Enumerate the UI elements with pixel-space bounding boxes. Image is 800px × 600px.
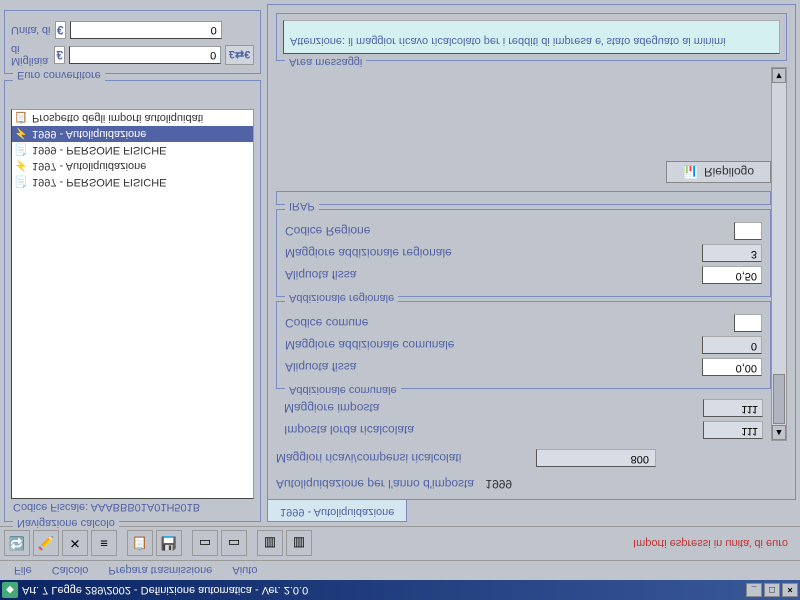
scroll-thumb[interactable] xyxy=(773,374,785,424)
tool-doc2-icon[interactable]: ▭ xyxy=(221,531,247,557)
doc-icon: 📄 xyxy=(14,175,28,189)
table-icon: 📋 xyxy=(14,111,28,125)
add-reg-legend: Addizionale regionale xyxy=(285,292,398,304)
close-button[interactable]: × xyxy=(782,583,798,597)
conv-legend: Euro convertitore xyxy=(13,69,105,81)
maggiore-imposta-label: Maggiore imposta xyxy=(284,401,703,415)
add-reg-maggiore-label: Maggiore addizionale regionale xyxy=(285,246,702,260)
tool-doc1-icon[interactable]: ▭ xyxy=(192,531,218,557)
tool-save-icon[interactable]: 💾 xyxy=(156,531,182,557)
nav-item-1999-persone[interactable]: 📄 1999 - PERSONE FISICHE xyxy=(12,142,253,158)
titlebar-text: Art. 7 Legge 289/2002 - Definizione auto… xyxy=(22,584,746,596)
tool-copy-icon[interactable]: 📋 xyxy=(127,531,153,557)
doc-icon: 📄 xyxy=(14,143,28,157)
conv-swap-button[interactable]: £⇆€ xyxy=(225,45,254,65)
lira-icon: ₤ xyxy=(54,46,65,64)
conv-unita-label: Unita' di xyxy=(11,24,51,36)
toolbar-note: Importi espressi in unita' di euro xyxy=(633,538,796,550)
nav-codice-fiscale: Codice Fiscale: AAABBB01A01H501B xyxy=(11,499,254,515)
conv-migliaia-label: Migliaia di xyxy=(11,43,50,67)
nav-tree[interactable]: 📄 1997 - PERSONE FISICHE ⚡ 1997 - Autoli… xyxy=(11,109,254,499)
add-com-codice-label: Codice comune xyxy=(285,316,734,330)
tool-refresh-icon[interactable]: 🔄 xyxy=(4,531,30,557)
tool-stack2-icon[interactable]: ▥ xyxy=(286,531,312,557)
message-area: Area messaggi Attenzione: il maggior ric… xyxy=(276,13,787,61)
imposta-lorda-value: 111 xyxy=(703,421,763,439)
add-com-maggiore-label: Maggiore addizionale comunale xyxy=(285,338,702,352)
bolt-icon: ⚡ xyxy=(14,159,28,173)
add-reg-maggiore-value: 3 xyxy=(702,244,762,262)
scrollbar[interactable]: ▲ ▼ xyxy=(771,67,787,441)
riepilogo-button[interactable]: 📊 Riepilogo xyxy=(666,161,771,183)
add-reg-codice-label: Codice Regione xyxy=(285,224,734,238)
nav-panel: Navigazione calcolo Codice Fiscale: AAAB… xyxy=(4,80,261,522)
tool-stack1-icon[interactable]: ▥ xyxy=(257,531,283,557)
nav-item-1999-auto[interactable]: ⚡ 1999 - Autoliquidazione xyxy=(12,126,253,142)
maggiori-ricavi-value: 800 xyxy=(536,449,656,467)
nav-item-prospetto[interactable]: 📋 Prospetto degli importi autoliquidati xyxy=(12,110,253,126)
add-com-codice-value[interactable] xyxy=(734,314,762,332)
add-reg-codice-value[interactable] xyxy=(734,222,762,240)
app-icon: ◆ xyxy=(2,582,18,598)
menu-aiuto[interactable]: Aiuto xyxy=(222,563,267,579)
tab-strip: 1999 - Autoliquidazione xyxy=(267,500,796,522)
euro-converter: Euro convertitore Migliaia di ₤ £⇆€ Unit… xyxy=(4,10,261,74)
menu-calcolo[interactable]: Calcolo xyxy=(42,563,99,579)
maximize-button[interactable]: □ xyxy=(764,583,780,597)
bolt-icon: ⚡ xyxy=(14,127,28,141)
content-panel: Autoliquidazione per l'anno d'imposta 19… xyxy=(267,4,796,500)
maggiori-ricavi-label: Maggiori ricavi/compensi ricalcolati xyxy=(276,451,536,465)
euro-icon: € xyxy=(55,21,66,39)
addizionale-comunale: Addizionale comunale Aliquota fissa 0,00… xyxy=(276,301,771,389)
year-heading: Autoliquidazione per l'anno d'imposta 19… xyxy=(276,477,787,491)
imposta-lorda-label: Imposta lorda ricalcolata xyxy=(284,423,703,437)
riepilogo-icon: 📊 xyxy=(683,165,698,179)
add-reg-aliquota-value[interactable]: 0,50 xyxy=(702,266,762,284)
conv-unita-input[interactable] xyxy=(70,21,222,39)
menu-file[interactable]: File xyxy=(4,563,42,579)
conv-migliaia-input[interactable] xyxy=(69,46,221,64)
nav-item-1997-persone[interactable]: 📄 1997 - PERSONE FISICHE xyxy=(12,174,253,190)
msg-legend: Area messaggi xyxy=(285,56,366,68)
nav-item-1997-auto[interactable]: ⚡ 1997 - Autoliquidazione xyxy=(12,158,253,174)
add-com-aliquota-label: Aliquota fissa xyxy=(285,360,702,374)
scroll-up-icon[interactable]: ▲ xyxy=(772,425,786,440)
tool-list-icon[interactable]: ≡ xyxy=(91,531,117,557)
tool-edit-icon[interactable]: ✏️ xyxy=(33,531,59,557)
irap-section: IRAP xyxy=(276,191,771,205)
menu-prepara[interactable]: Prepara trasmissione xyxy=(98,563,222,579)
add-com-aliquota-value[interactable]: 0,00 xyxy=(702,358,762,376)
add-com-maggiore-value: 0 xyxy=(702,336,762,354)
titlebar: ◆ Art. 7 Legge 289/2002 - Definizione au… xyxy=(0,580,800,600)
toolbar: 🔄 ✏️ ✕ ≡ 📋 💾 ▭ ▭ ▥ ▥ Importi espressi in… xyxy=(0,526,800,560)
addizionale-regionale: Addizionale regionale Aliquota fissa 0,5… xyxy=(276,209,771,297)
msg-text: Attenzione: il maggior ricavo ricalcolat… xyxy=(283,20,780,54)
scroll-down-icon[interactable]: ▼ xyxy=(772,68,786,83)
add-reg-aliquota-label: Aliquota fissa xyxy=(285,268,702,282)
menubar: File Calcolo Prepara trasmissione Aiuto xyxy=(0,560,800,580)
nav-legend: Navigazione calcolo xyxy=(13,517,119,529)
maggiore-imposta-value: 111 xyxy=(703,399,763,417)
tab-1999-auto[interactable]: 1999 - Autoliquidazione xyxy=(267,500,407,522)
add-com-legend: Addizionale comunale xyxy=(285,384,401,396)
minimize-button[interactable]: _ xyxy=(746,583,762,597)
tool-delete-icon[interactable]: ✕ xyxy=(62,531,88,557)
irap-legend: IRAP xyxy=(285,200,319,212)
